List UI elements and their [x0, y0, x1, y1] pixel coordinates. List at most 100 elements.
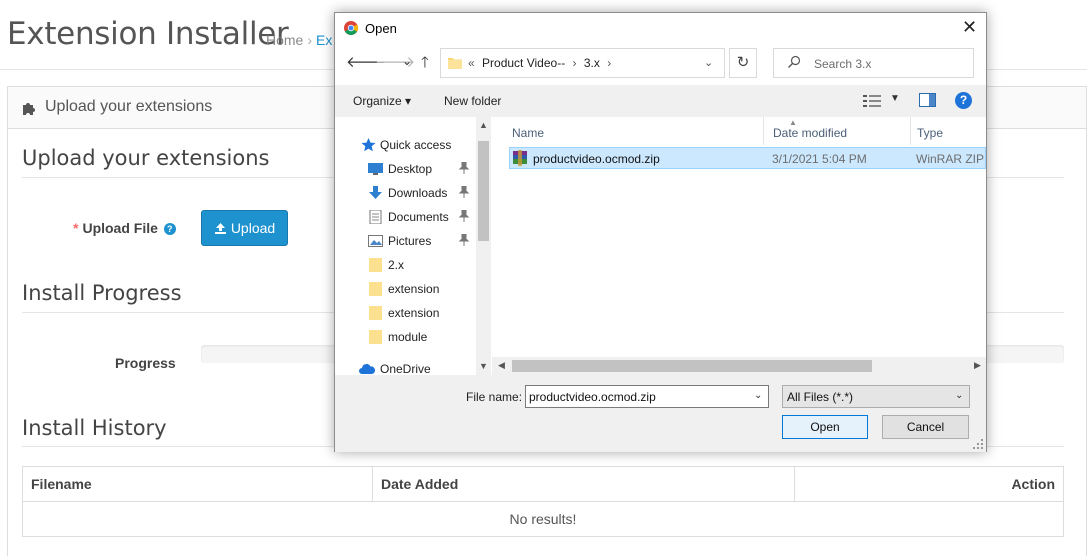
close-icon[interactable]: ✕: [962, 18, 977, 36]
nav-item-folder-extension[interactable]: extension: [335, 277, 476, 301]
nav-item-downloads[interactable]: Downloads: [335, 181, 476, 205]
progress-label: Progress: [115, 355, 176, 371]
desktop-icon: [368, 163, 383, 175]
help-icon[interactable]: ?: [163, 223, 176, 235]
file-row-selected[interactable]: productvideo.ocmod.zip 3/1/2021 5:04 PM …: [509, 147, 986, 169]
help-icon[interactable]: ?: [955, 92, 972, 109]
table-header-row: Filename Date Added Action: [22, 466, 1064, 502]
nav-item-label: extension: [388, 282, 440, 296]
pin-icon[interactable]: [459, 234, 469, 246]
pin-icon[interactable]: [459, 186, 469, 198]
nav-item-quick-access[interactable]: Quick access: [335, 133, 476, 157]
address-bar[interactable]: « Product Video-- › 3.x › ⌄: [440, 48, 725, 78]
pictures-icon: [368, 235, 383, 247]
nav-item-label: extension: [388, 306, 440, 320]
address-path: « Product Video-- › 3.x ›: [468, 56, 615, 70]
nav-item-label: module: [388, 330, 428, 344]
nav-item-onedrive[interactable]: OneDrive: [335, 357, 476, 375]
upload-button-label: Upload: [230, 220, 276, 236]
nav-pane-scrollbar[interactable]: ▲ ▼: [476, 117, 491, 375]
history-table: Filename Date Added Action No results!: [22, 466, 1064, 537]
pin-icon[interactable]: [459, 162, 469, 174]
cancel-button[interactable]: Cancel: [882, 415, 969, 439]
scroll-left-icon[interactable]: ◀: [498, 360, 505, 371]
file-name-label: File name:: [466, 390, 523, 404]
nav-item-folder-extension[interactable]: extension: [335, 301, 476, 325]
no-results-text: No results!: [22, 501, 1064, 537]
file-name-input[interactable]: [529, 389, 739, 405]
chrome-icon: [344, 21, 358, 35]
column-filename[interactable]: Filename: [22, 466, 373, 502]
puzzle-icon: [23, 103, 35, 115]
nav-item-desktop[interactable]: Desktop: [335, 157, 476, 181]
chevron-down-icon[interactable]: ⌄: [704, 56, 713, 69]
new-folder-button[interactable]: New folder: [444, 94, 501, 108]
scroll-up-icon[interactable]: ▲: [479, 120, 488, 130]
dialog-title-bar[interactable]: Open ✕: [335, 13, 986, 43]
organize-button[interactable]: Organize ▾: [353, 94, 411, 108]
page-title: Extension Installer: [7, 16, 289, 52]
file-type: WinRAR ZIP a: [916, 152, 986, 166]
search-placeholder: Search 3.x: [814, 57, 872, 71]
refresh-button[interactable]: ↻: [729, 48, 757, 78]
file-pane-horizontal-scrollbar[interactable]: ◀ ▶: [492, 357, 986, 375]
file-name: productvideo.ocmod.zip: [533, 152, 660, 166]
up-arrow-icon[interactable]: 🡑: [421, 55, 429, 71]
scroll-down-icon[interactable]: ▼: [479, 361, 488, 371]
column-type[interactable]: Type: [911, 117, 986, 145]
upload-legend: Upload your extensions: [22, 146, 270, 170]
resize-grip-icon[interactable]: [973, 439, 984, 450]
file-type-filter[interactable]: All Files (*.*) ⌄: [782, 385, 970, 408]
scroll-right-icon[interactable]: ▶: [974, 360, 981, 371]
chevron-right-icon[interactable]: ›: [573, 56, 577, 70]
dialog-title: Open: [365, 21, 397, 36]
scrollbar-thumb[interactable]: [478, 141, 489, 241]
folder-icon: [369, 282, 382, 296]
chevron-down-icon[interactable]: ⌄: [754, 390, 762, 401]
nav-item-label: Pictures: [388, 234, 432, 248]
pin-icon[interactable]: [459, 210, 469, 222]
history-legend: Install History: [22, 416, 167, 440]
folder-icon: [448, 58, 462, 69]
view-dropdown-icon[interactable]: ▼: [890, 93, 900, 104]
folder-icon: [369, 258, 382, 272]
breadcrumb-separator: ›: [307, 32, 313, 48]
column-action: Action: [794, 466, 1064, 502]
dialog-footer: File name: ⌄ All Files (*.*) ⌄ Open Canc…: [335, 375, 986, 452]
folder-icon: [369, 306, 382, 320]
nav-item-label: Quick access: [380, 138, 452, 152]
address-segment-3x[interactable]: 3.x: [584, 56, 600, 70]
progress-legend: Install Progress: [22, 281, 182, 305]
search-icon: [788, 55, 801, 68]
nav-item-folder-module[interactable]: module: [335, 325, 476, 349]
nav-item-pictures[interactable]: Pictures: [335, 229, 476, 253]
upload-button[interactable]: Upload: [201, 210, 288, 246]
view-options-icon[interactable]: [863, 94, 881, 108]
breadcrumb: Home › Ex: [266, 32, 332, 48]
open-button[interactable]: Open: [782, 415, 868, 439]
preview-pane-icon[interactable]: [919, 93, 936, 107]
column-name[interactable]: Name: [506, 117, 764, 145]
overflow-chevron-icon[interactable]: «: [468, 56, 475, 70]
recent-locations-icon[interactable]: ⌄: [402, 53, 412, 69]
nav-item-folder-2x[interactable]: 2.x: [335, 253, 476, 277]
winrar-archive-icon: [513, 150, 527, 166]
search-input[interactable]: Search 3.x: [773, 48, 974, 78]
nav-item-label: 2.x: [388, 258, 405, 272]
address-segment-product-video[interactable]: Product Video--: [482, 56, 565, 70]
dialog-toolbar: Organize ▾ New folder ▼ ?: [335, 85, 986, 117]
file-type-filter-value: All Files (*.*): [787, 390, 854, 404]
nav-item-label: OneDrive: [380, 362, 431, 375]
column-date-modified[interactable]: Date modified: [767, 117, 911, 145]
nav-item-label: Desktop: [388, 162, 433, 176]
nav-item-documents[interactable]: Documents: [335, 205, 476, 229]
scrollbar-thumb[interactable]: [512, 360, 872, 372]
column-date-added[interactable]: Date Added: [372, 466, 795, 502]
chevron-down-icon[interactable]: ⌄: [955, 390, 963, 401]
upload-file-label: * Upload File ?: [73, 220, 176, 236]
chevron-right-icon[interactable]: ›: [607, 56, 611, 70]
documents-icon: [369, 210, 382, 224]
breadcrumb-extension[interactable]: Ex: [316, 32, 332, 48]
breadcrumb-home[interactable]: Home: [266, 32, 303, 48]
file-name-field[interactable]: ⌄: [525, 385, 769, 408]
